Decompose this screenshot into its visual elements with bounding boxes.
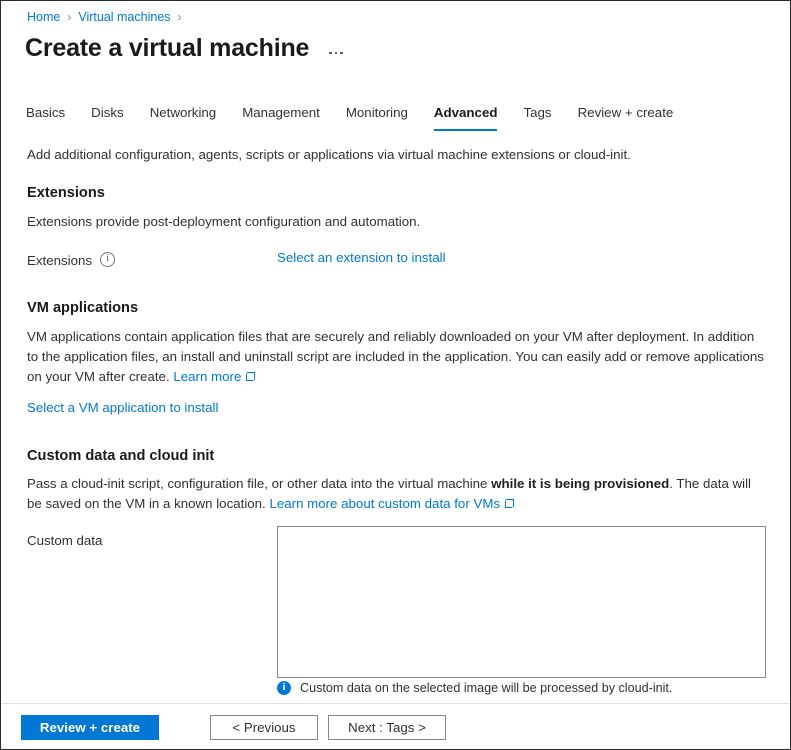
previous-button[interactable]: < Previous bbox=[210, 714, 318, 740]
custom-data-heading: Custom data and cloud init bbox=[27, 448, 215, 464]
custom-data-note-text: Custom data on the selected image will b… bbox=[300, 681, 673, 695]
custom-data-note: Custom data on the selected image will b… bbox=[277, 680, 672, 696]
vm-applications-heading: VM applications bbox=[27, 300, 139, 316]
custom-data-learn-more-link[interactable]: Learn more about custom data for VMs bbox=[269, 496, 500, 511]
tab-tags[interactable]: Tags bbox=[510, 104, 564, 131]
title-row: Create a virtual machine bbox=[25, 32, 343, 64]
ellipsis-dot bbox=[340, 51, 343, 55]
breadcrumb-item-home[interactable]: Home bbox=[27, 9, 60, 25]
external-link-icon bbox=[505, 499, 514, 508]
breadcrumb-separator-icon: › bbox=[67, 10, 72, 24]
custom-data-description: Pass a cloud-init script, configuration … bbox=[27, 474, 767, 514]
custom-data-field-label: Custom data bbox=[27, 533, 103, 548]
info-filled-icon bbox=[277, 681, 291, 695]
ellipsis-dot bbox=[334, 51, 338, 55]
tab-advanced[interactable]: Advanced bbox=[421, 104, 511, 131]
tab-review-create[interactable]: Review + create bbox=[565, 104, 687, 131]
extensions-heading: Extensions bbox=[27, 185, 105, 201]
tab-monitoring[interactable]: Monitoring bbox=[333, 104, 421, 131]
page-title: Create a virtual machine bbox=[25, 34, 310, 62]
vm-applications-description: VM applications contain application file… bbox=[27, 327, 767, 387]
vm-applications-learn-more-link[interactable]: Learn more bbox=[173, 369, 241, 384]
breadcrumb-separator-icon: › bbox=[177, 10, 182, 24]
tab-disks[interactable]: Disks bbox=[78, 104, 137, 131]
tab-management[interactable]: Management bbox=[229, 104, 333, 131]
footer-bar: Review + create < Previous Next : Tags > bbox=[1, 704, 790, 749]
external-link-icon bbox=[246, 372, 255, 381]
tab-bar: Basics Disks Networking Management Monit… bbox=[26, 104, 686, 131]
custom-data-input[interactable] bbox=[277, 526, 766, 678]
info-icon[interactable] bbox=[100, 252, 116, 267]
breadcrumb: Home › Virtual machines › bbox=[27, 9, 189, 25]
tab-basics[interactable]: Basics bbox=[26, 104, 78, 131]
select-extension-link[interactable]: Select an extension to install bbox=[277, 249, 446, 267]
next-tags-button[interactable]: Next : Tags > bbox=[328, 714, 446, 740]
create-vm-page: Home › Virtual machines › Create a virtu… bbox=[0, 0, 791, 750]
custom-data-description-bold: while it is being provisioned bbox=[491, 476, 670, 491]
more-options-icon[interactable] bbox=[329, 51, 343, 55]
ellipsis-dot bbox=[329, 51, 332, 55]
extensions-field-label: Extensions bbox=[27, 252, 116, 270]
extensions-field-label-text: Extensions bbox=[27, 253, 93, 268]
review-create-button[interactable]: Review + create bbox=[21, 714, 159, 740]
vm-applications-description-text: VM applications contain application file… bbox=[27, 329, 764, 384]
breadcrumb-item-virtual-machines[interactable]: Virtual machines bbox=[78, 9, 170, 25]
tab-networking[interactable]: Networking bbox=[137, 104, 230, 131]
intro-text: Add additional configuration, agents, sc… bbox=[27, 147, 631, 162]
custom-data-description-part1: Pass a cloud-init script, configuration … bbox=[27, 476, 492, 491]
extensions-description: Extensions provide post-deployment confi… bbox=[27, 214, 421, 229]
select-vm-application-link[interactable]: Select a VM application to install bbox=[27, 399, 218, 417]
